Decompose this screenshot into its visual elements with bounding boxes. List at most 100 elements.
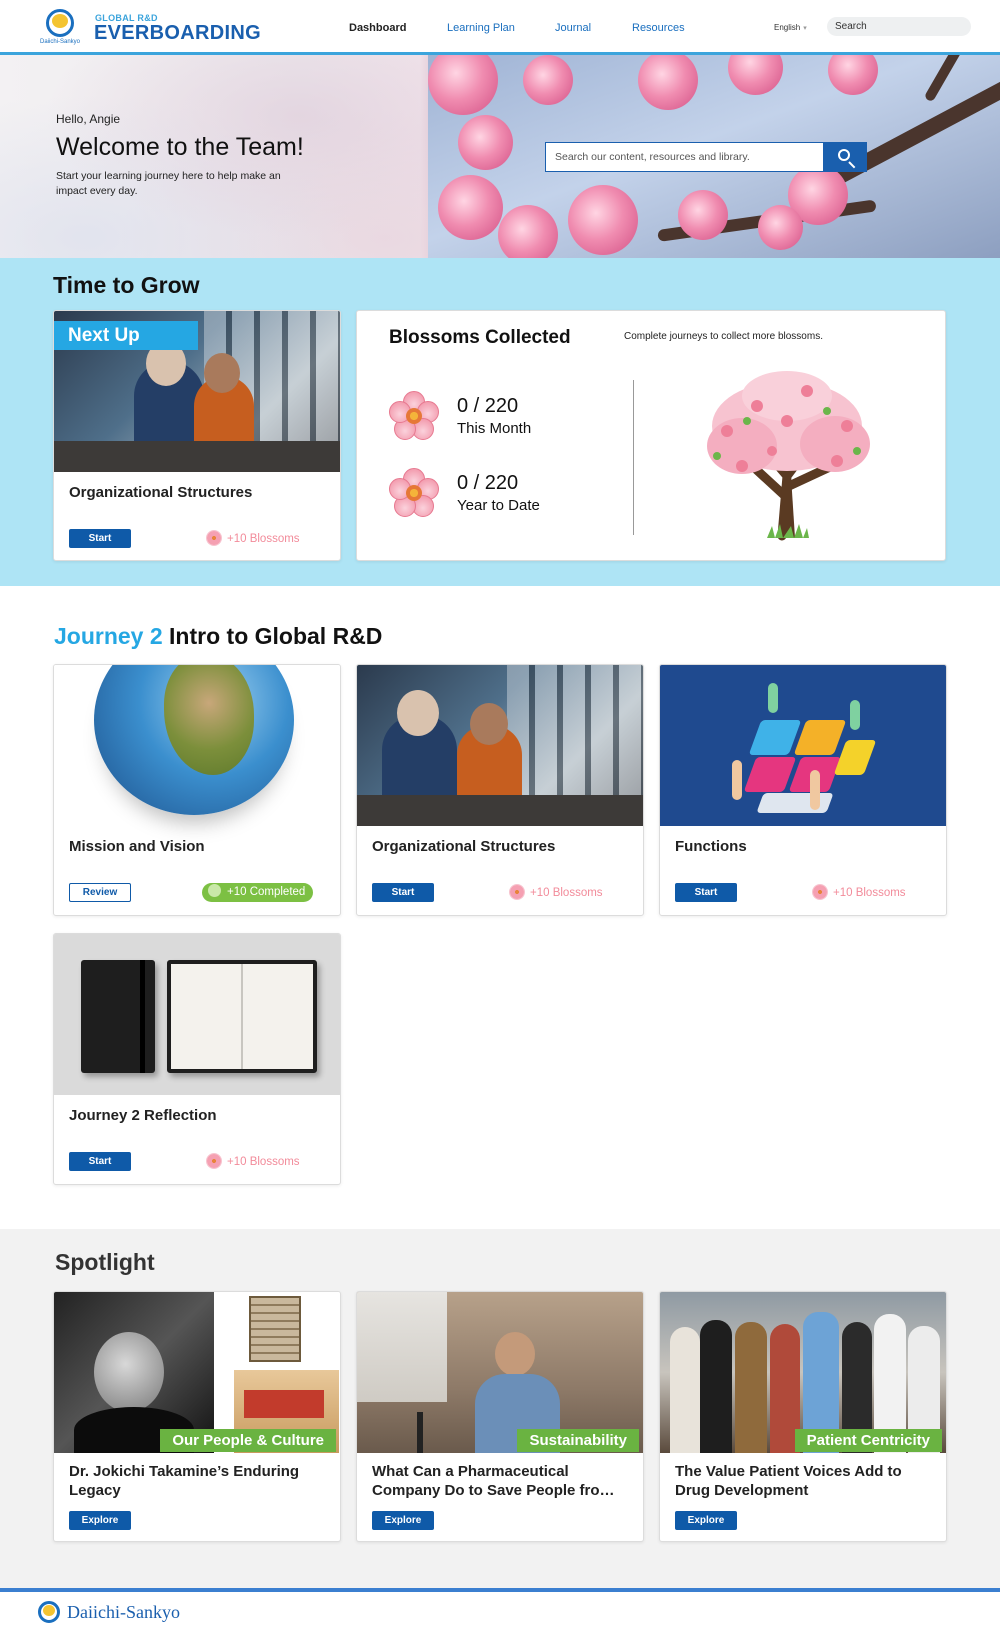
language-selector[interactable]: English ▾: [774, 23, 807, 32]
hero-search-button[interactable]: [823, 142, 867, 172]
elastic-band-shape: [140, 960, 145, 1073]
brand-title[interactable]: EVERBOARDING: [94, 22, 261, 45]
section-title: Time to Grow: [53, 272, 200, 298]
start-button[interactable]: Start: [372, 883, 434, 902]
blossom-tree-icon: [707, 371, 870, 541]
blossoms-collected-card: Blossoms Collected Complete journeys to …: [356, 310, 946, 561]
blossom-shape: [438, 175, 503, 240]
hero-description: Start your learning journey here to help…: [56, 170, 281, 197]
table-shape: [54, 441, 340, 472]
person-shape: [735, 1322, 767, 1453]
reward-text: +10 Blossoms: [833, 887, 906, 899]
blossom-shape: [678, 190, 728, 240]
logo-text: Daiichi-Sankyo: [40, 39, 81, 45]
journey-number: Journey 2: [54, 623, 163, 649]
person-shape: [810, 770, 820, 810]
blossom-icon: [207, 531, 221, 545]
puzzle-piece-shape: [833, 740, 877, 775]
logo-icon: [38, 1601, 60, 1623]
globe-shape: [94, 665, 294, 815]
blossom-icon: [208, 884, 221, 897]
logo-icon: [46, 9, 74, 37]
company-logo[interactable]: Daiichi-Sankyo: [38, 9, 84, 47]
blossom-icon: [207, 1154, 221, 1168]
start-button[interactable]: Start: [69, 1152, 131, 1171]
card-title: What Can a Pharmaceutical Company Do to …: [372, 1463, 615, 1499]
face-shape: [94, 1332, 164, 1412]
reward-text: +10 Completed: [227, 886, 306, 898]
journey-card-functions[interactable]: Functions Start +10 Blossoms: [659, 664, 947, 916]
blossom-shape: [638, 55, 698, 110]
card-title: Functions: [675, 838, 747, 855]
spotlight-card-patient-centricity[interactable]: Patient Centricity The Value Patient Voi…: [659, 1291, 947, 1542]
hero-search-input[interactable]: [545, 142, 823, 172]
footer-logo-text[interactable]: Daiichi-Sankyo: [67, 1602, 180, 1623]
reward-blossoms: +10 Blossoms: [207, 531, 300, 545]
review-button[interactable]: Review: [69, 883, 131, 902]
card-title: Mission and Vision: [69, 838, 205, 855]
reward-blossoms: +10 Blossoms: [813, 885, 906, 899]
spotlight-card-takamine[interactable]: Our People & Culture Dr. Jokichi Takamin…: [53, 1291, 341, 1542]
spotlight-card-sustainability[interactable]: Sustainability What Can a Pharmaceutical…: [356, 1291, 644, 1542]
ytd-label: Year to Date: [457, 497, 540, 514]
explore-button[interactable]: Explore: [372, 1511, 434, 1530]
hero-search: [545, 142, 867, 172]
globe-image: [54, 665, 340, 826]
card-title: The Value Patient Voices Add to Drug Dev…: [675, 1463, 902, 1499]
hero-title: Welcome to the Team!: [56, 133, 304, 161]
blossoms-title: Blossoms Collected: [389, 327, 571, 348]
nav-dashboard[interactable]: Dashboard: [349, 22, 406, 34]
vintage-label-shape: [249, 1296, 301, 1362]
hero-banner: Hello, Angie Welcome to the Team! Start …: [0, 55, 1000, 258]
reward-text: +10 Blossoms: [530, 887, 603, 899]
card-title: Organizational Structures: [372, 838, 556, 855]
spotlight-section: Spotlight Our People & Culture Dr. Jokic…: [0, 1229, 1000, 1588]
puzzle-piece-shape: [756, 793, 834, 813]
start-button[interactable]: Start: [69, 529, 131, 548]
ytd-count: 0 / 220: [457, 472, 519, 494]
journey-card-mission[interactable]: Mission and Vision Review +10 Completed: [53, 664, 341, 916]
search-icon: [838, 149, 850, 161]
person-head-shape: [397, 690, 439, 736]
journey-card-org-structures[interactable]: Organizational Structures Start +10 Blos…: [356, 664, 644, 916]
blossom-shape: [458, 115, 513, 170]
person-shape: [670, 1327, 700, 1453]
explore-button[interactable]: Explore: [675, 1511, 737, 1530]
notebook-spine-shape: [241, 964, 243, 1069]
header-search-input[interactable]: [827, 17, 971, 36]
table-shape: [357, 795, 643, 826]
top-header: Daiichi-Sankyo GLOBAL R&D EVERBOARDING D…: [0, 0, 1000, 55]
journey-card-reflection[interactable]: Journey 2 Reflection Start +10 Blossoms: [53, 933, 341, 1185]
blossom-shape: [498, 205, 558, 258]
divider: [633, 380, 634, 535]
person-shape: [850, 700, 860, 730]
puzzle-illustration: [660, 665, 946, 826]
puzzle-piece-shape: [743, 757, 797, 792]
blossom-shape: [758, 205, 803, 250]
blossom-shape: [428, 55, 498, 115]
explore-button[interactable]: Explore: [69, 1511, 131, 1530]
nav-learning-plan[interactable]: Learning Plan: [447, 22, 515, 34]
blossoms-subtitle: Complete journeys to collect more blosso…: [624, 331, 823, 342]
person-shape: [732, 760, 742, 800]
journey-title: Journey 2 Intro to Global R&D: [54, 623, 382, 650]
category-tag: Patient Centricity: [794, 1429, 942, 1452]
blossom-icon: [389, 391, 439, 441]
reward-blossoms: +10 Blossoms: [207, 1154, 300, 1168]
completed-badge: +10 Completed: [202, 883, 314, 902]
month-label: This Month: [457, 420, 532, 437]
greeting-text: Hello, Angie: [56, 112, 121, 126]
person-head-shape: [204, 353, 240, 393]
person-shape: [700, 1320, 732, 1453]
section-title: Spotlight: [55, 1249, 155, 1275]
month-count: 0 / 220: [457, 395, 519, 417]
next-up-card[interactable]: Next Up Organizational Structures Start …: [53, 310, 341, 561]
card-title: Dr. Jokichi Takamine’s Enduring Legacy: [69, 1463, 300, 1499]
puzzle-piece-shape: [793, 720, 847, 755]
person-head-shape: [495, 1332, 535, 1376]
start-button[interactable]: Start: [675, 883, 737, 902]
reward-text: +10 Blossoms: [227, 1156, 300, 1168]
blossom-icon: [389, 468, 439, 518]
nav-resources[interactable]: Resources: [632, 22, 685, 34]
nav-journal[interactable]: Journal: [555, 22, 591, 34]
